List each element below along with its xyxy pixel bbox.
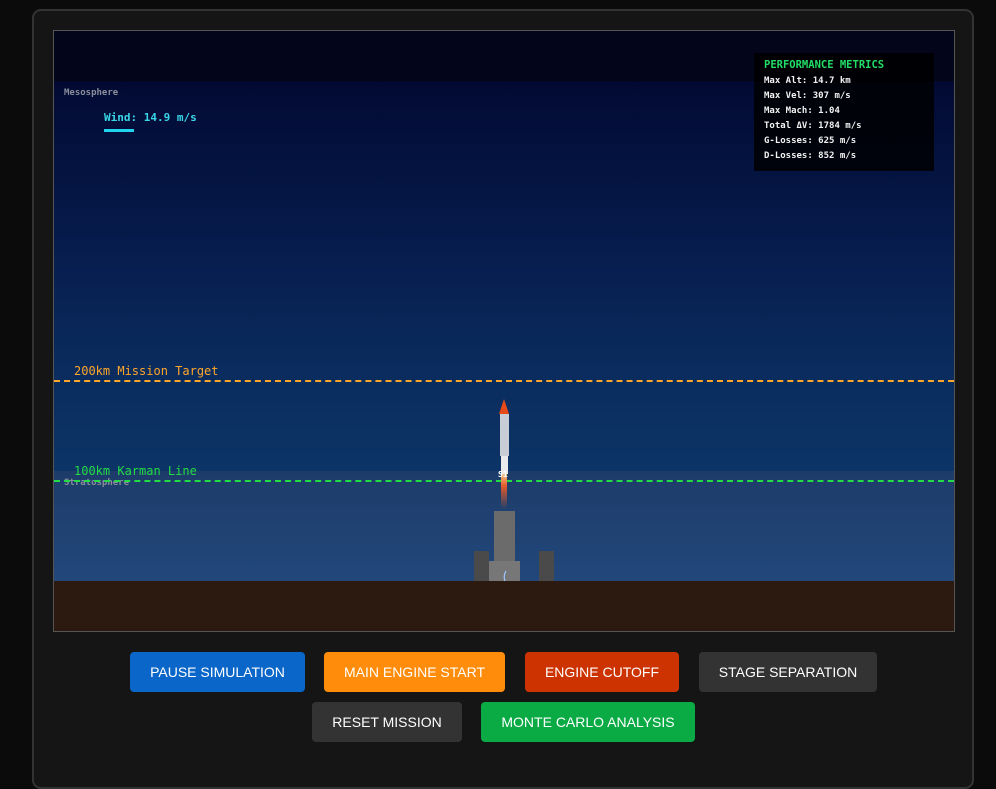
main-engine-start-button[interactable]: MAIN ENGINE START bbox=[324, 652, 505, 692]
metric-max-alt: Max Alt: 14.7 km bbox=[764, 76, 851, 86]
stage-separation-button[interactable]: STAGE SEPARATION bbox=[699, 652, 877, 692]
monte-carlo-analysis-button[interactable]: MONTE CARLO ANALYSIS bbox=[481, 702, 695, 742]
metric-max-mach: Max Mach: 1.04 bbox=[764, 106, 840, 116]
support-structure-right bbox=[539, 551, 554, 581]
stage-label: S1 bbox=[498, 470, 508, 479]
support-structure-left bbox=[474, 551, 489, 581]
metric-d-losses: D-Losses: 852 m/s bbox=[764, 151, 857, 161]
metric-max-vel: Max Vel: 307 m/s bbox=[764, 91, 851, 101]
metrics-title: PERFORMANCE METRICS bbox=[764, 59, 885, 71]
reset-mission-button[interactable]: RESET MISSION bbox=[312, 702, 462, 742]
rocket-nose-cone bbox=[499, 399, 509, 414]
metric-total-dv: Total ΔV: 1784 m/s bbox=[764, 121, 862, 131]
pause-simulation-button[interactable]: PAUSE SIMULATION bbox=[130, 652, 305, 692]
metric-g-losses: G-Losses: 625 m/s bbox=[764, 136, 857, 146]
engine-cutoff-button[interactable]: ENGINE CUTOFF bbox=[525, 652, 679, 692]
simulation-canvas: Mesosphere Stratosphere Wind: 14.9 m/s 2… bbox=[53, 30, 955, 632]
performance-metrics-panel: PERFORMANCE METRICS Max Alt: 14.7 km Max… bbox=[754, 53, 934, 171]
rocket-upper-stage bbox=[500, 414, 509, 456]
